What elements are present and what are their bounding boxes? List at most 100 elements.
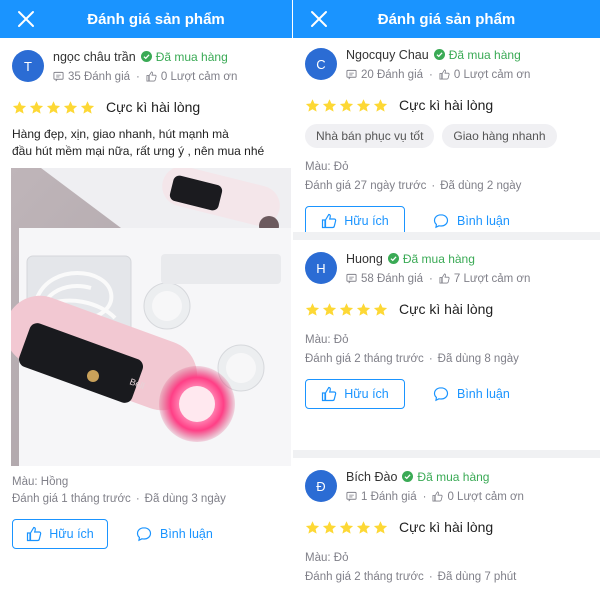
close-icon[interactable]: [307, 7, 331, 31]
helpful-label: Hữu ích: [49, 527, 94, 541]
star-icon: [63, 100, 78, 114]
review-count: 20 Đánh giá: [361, 68, 424, 81]
tag-chip: Giao hàng nhanh: [442, 124, 557, 148]
star-icon: [373, 520, 388, 534]
header-bar: Đánh giá sản phẩm: [293, 0, 600, 38]
usage-duration: Đã dùng 7 phút: [437, 571, 517, 583]
product-color: Màu: Đỏ: [305, 334, 349, 346]
review-time: Đánh giá 2 tháng trước: [305, 571, 424, 583]
star-icon: [322, 520, 337, 534]
verified-badge: Đã mua hàng: [433, 47, 521, 62]
star-icon: [46, 100, 61, 114]
star-rating: [305, 520, 390, 535]
thumbs-up-icon: [322, 386, 337, 402]
usage-duration: Đã dùng 2 ngày: [440, 180, 522, 192]
avatar: C: [305, 48, 337, 80]
comment-label: Bình luận: [457, 214, 510, 228]
comment-button[interactable]: Bình luận: [433, 386, 510, 402]
helpful-button[interactable]: Hữu ích: [12, 519, 108, 549]
review-time: Đánh giá 27 ngày trước: [305, 180, 427, 192]
star-rating: [12, 100, 97, 115]
comment-button[interactable]: Bình luận: [136, 526, 213, 542]
reviewer-name: ngọc châu trần: [53, 49, 136, 64]
usage-duration: Đã dùng 8 ngày: [437, 353, 519, 365]
star-icon: [305, 98, 320, 112]
review-card: Đ Bích Đào Đã mua hàng 1 Đánh giá · 0 Lư…: [293, 450, 600, 583]
comment-icon: [433, 387, 449, 402]
thumbs-up-icon: [27, 526, 42, 542]
comment-icon: [136, 527, 152, 542]
star-icon: [373, 98, 388, 112]
verified-badge: Đã mua hàng: [402, 470, 489, 484]
rating-row: Cực kì hài lòng: [12, 98, 280, 116]
star-icon: [373, 302, 388, 316]
right-review-screen: Đánh giá sản phẩm C Ngocquy Chau Đã mua …: [292, 0, 600, 600]
header-bar: Đánh giá sản phẩm: [0, 0, 292, 38]
avatar: T: [12, 50, 44, 82]
star-icon: [339, 302, 354, 316]
thanks-count: 0 Lượt cảm ơn: [447, 490, 524, 503]
product-color: Màu: Hồng: [12, 476, 69, 488]
star-rating: [305, 98, 390, 113]
thanks-count: 7 Lượt cảm ơn: [453, 272, 531, 285]
star-icon: [305, 302, 320, 316]
avatar: Đ: [305, 470, 337, 502]
reviewer-name: Huong: [346, 251, 383, 266]
thumbs-up-icon: [432, 491, 444, 502]
verified-badge: Đã mua hàng: [140, 49, 228, 64]
comment-label: Bình luận: [457, 387, 510, 401]
verified-check-icon: [402, 471, 414, 482]
verified-label: Đã mua hàng: [417, 469, 490, 484]
comment-icon: [433, 214, 449, 229]
rating-row: Cực kì hài lòng: [305, 518, 588, 536]
verified-check-icon: [433, 49, 445, 60]
star-icon: [356, 302, 371, 316]
thanks-count: 0 Lượt cảm ơn: [160, 70, 238, 83]
star-rating: [305, 302, 390, 317]
tag-list: Nhà bán phục vụ tốt Giao hàng nhanh: [305, 124, 588, 148]
star-icon: [12, 100, 27, 114]
page-title: Đánh giá sản phẩm: [377, 10, 516, 28]
thumbs-up-icon: [439, 69, 450, 80]
helpful-label: Hữu ích: [344, 214, 389, 228]
rating-row: Cực kì hài lòng: [305, 300, 588, 318]
star-icon: [80, 100, 95, 114]
thumbs-up-icon: [439, 273, 450, 284]
review-count-icon: [346, 491, 357, 502]
thanks-count: 0 Lượt cảm ơn: [453, 68, 531, 81]
usage-duration: Đã dùng 3 ngày: [144, 493, 226, 505]
verified-label: Đã mua hàng: [402, 251, 475, 266]
thumbs-up-icon: [146, 71, 157, 82]
star-icon: [322, 98, 337, 112]
tag-chip: Nhà bán phục vụ tốt: [305, 124, 435, 148]
reviewer-name: Bích Đào: [346, 469, 398, 484]
comment-button[interactable]: Bình luận: [433, 213, 510, 229]
rating-text: Cực kì hài lòng: [399, 97, 494, 113]
reviewer-name: Ngocquy Chau: [346, 47, 429, 62]
review-card: H Huong Đã mua hàng 58 Đánh giá · 7 Lượt…: [293, 232, 600, 450]
review-content: Hàng đẹp, xịn, giao nhanh, hút mạnh mà đ…: [12, 127, 265, 158]
verified-check-icon: [387, 253, 399, 264]
left-review-screen: Đánh giá sản phẩm T ngọc châu trần Đã mu…: [0, 0, 292, 600]
review-photo[interactable]: Bell: [11, 168, 291, 466]
rating-row: Cực kì hài lòng: [305, 96, 588, 114]
rating-text: Cực kì hài lòng: [106, 99, 201, 115]
close-icon[interactable]: [14, 7, 38, 31]
verified-label: Đã mua hàng: [448, 47, 521, 62]
avatar: H: [305, 252, 337, 284]
comment-label: Bình luận: [160, 527, 213, 541]
review-count-icon: [53, 71, 64, 82]
verified-check-icon: [140, 51, 152, 62]
review-count-icon: [346, 273, 357, 284]
helpful-label: Hữu ích: [344, 387, 389, 401]
rating-text: Cực kì hài lòng: [399, 301, 494, 317]
verified-label: Đã mua hàng: [155, 49, 228, 64]
rating-text: Cực kì hài lòng: [399, 519, 494, 535]
thumbs-up-icon: [322, 213, 337, 229]
review-count-icon: [346, 69, 357, 80]
star-icon: [356, 520, 371, 534]
review-time: Đánh giá 1 tháng trước: [12, 493, 131, 505]
helpful-button[interactable]: Hữu ích: [305, 379, 405, 409]
star-icon: [322, 302, 337, 316]
page-title: Đánh giá sản phẩm: [87, 10, 225, 28]
